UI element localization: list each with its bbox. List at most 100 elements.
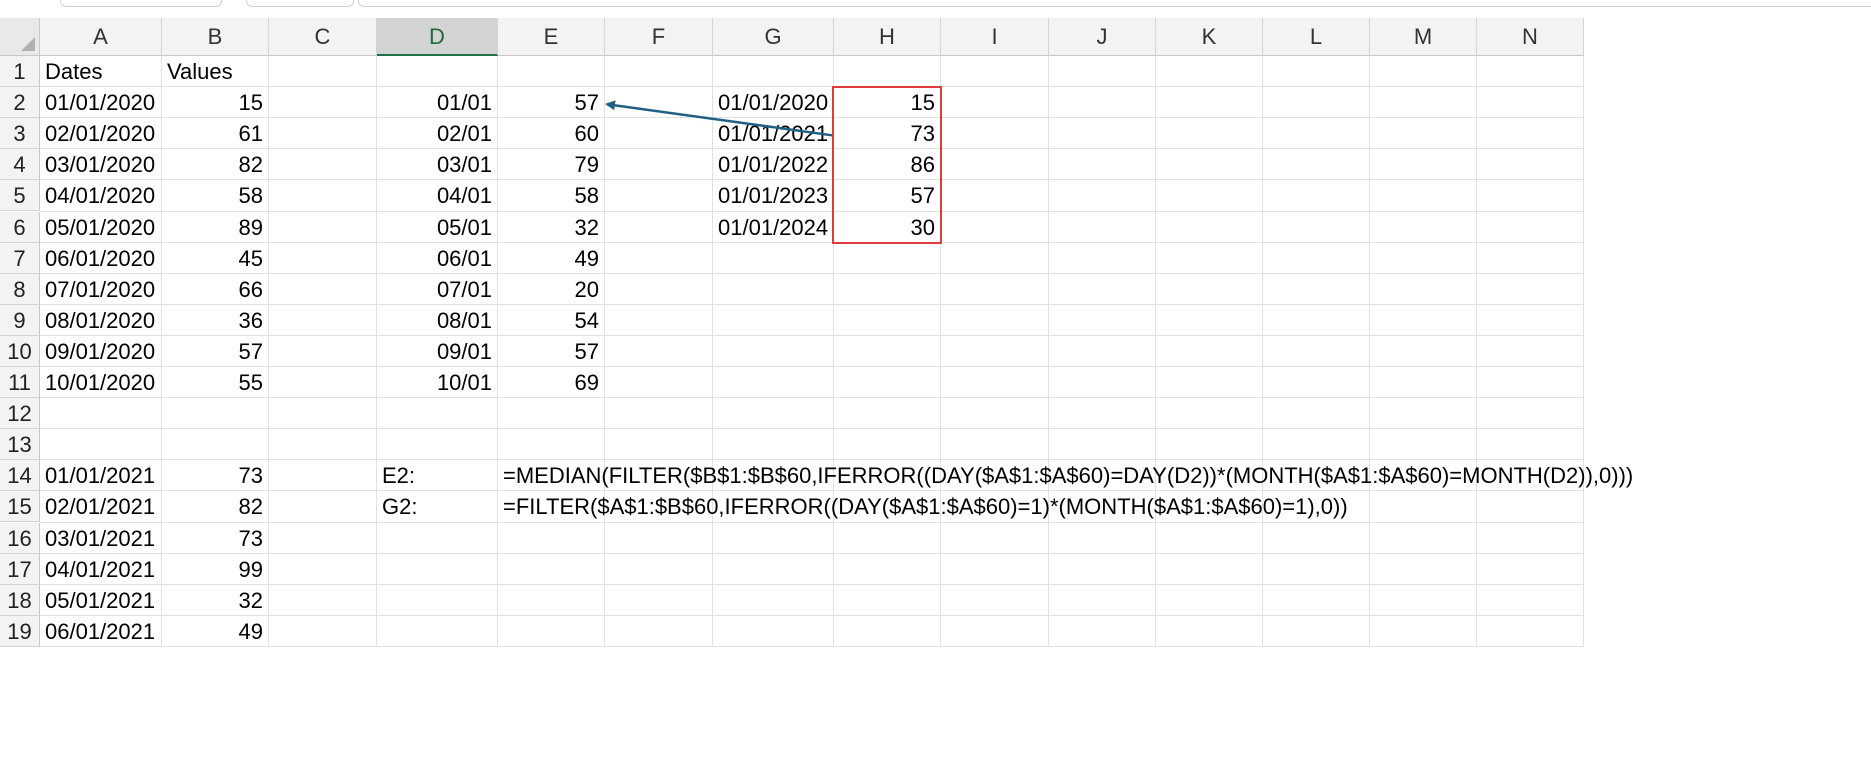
cell-b15[interactable]: 82 (162, 491, 269, 522)
column-header-c[interactable]: C (269, 18, 377, 56)
cell-e4[interactable]: 79 (498, 149, 605, 180)
column-header-h[interactable]: H (834, 18, 941, 56)
cell-a10[interactable]: 09/01/2020 (40, 336, 162, 367)
cell-h6[interactable]: 30 (834, 212, 941, 243)
cell-a4[interactable]: 03/01/2020 (40, 149, 162, 180)
cell-b16[interactable]: 73 (162, 523, 269, 554)
window-tab[interactable] (60, 0, 222, 7)
cell-d2[interactable]: 01/01 (377, 87, 498, 118)
row-header-5[interactable]: 5 (0, 180, 40, 212)
cell-b6[interactable]: 89 (162, 212, 269, 243)
row-header-13[interactable]: 13 (0, 429, 40, 461)
cell-d8[interactable]: 07/01 (377, 274, 498, 305)
column-header-k[interactable]: K (1156, 18, 1263, 56)
column-header-g[interactable]: G (713, 18, 834, 56)
cell-a5[interactable]: 04/01/2020 (40, 180, 162, 211)
column-header-e[interactable]: E (498, 18, 605, 56)
cell-d11[interactable]: 10/01 (377, 367, 498, 398)
cell-a15[interactable]: 02/01/2021 (40, 491, 162, 522)
row-header-4[interactable]: 4 (0, 149, 40, 181)
row-header-15[interactable]: 15 (0, 491, 40, 523)
cell-h2[interactable]: 15 (834, 87, 941, 118)
row-header-8[interactable]: 8 (0, 273, 40, 305)
column-header-l[interactable]: L (1263, 18, 1370, 56)
cell-h3[interactable]: 73 (834, 118, 941, 149)
cell-g3[interactable]: 01/01/2021 (713, 118, 834, 149)
cell-a8[interactable]: 07/01/2020 (40, 274, 162, 305)
cell-b19[interactable]: 49 (162, 616, 269, 647)
cell-a16[interactable]: 03/01/2021 (40, 523, 162, 554)
cell-e6[interactable]: 32 (498, 212, 605, 243)
window-tab[interactable] (246, 0, 354, 7)
row-header-1[interactable]: 1 (0, 56, 40, 88)
row-header-3[interactable]: 3 (0, 118, 40, 150)
cell-e8[interactable]: 20 (498, 274, 605, 305)
column-header-m[interactable]: M (1370, 18, 1477, 56)
cell-e7[interactable]: 49 (498, 243, 605, 274)
cell-e3[interactable]: 60 (498, 118, 605, 149)
cell-d5[interactable]: 04/01 (377, 180, 498, 211)
cell-a7[interactable]: 06/01/2020 (40, 243, 162, 274)
cell-a18[interactable]: 05/01/2021 (40, 585, 162, 616)
row-header-19[interactable]: 19 (0, 615, 40, 647)
column-header-d[interactable]: D (377, 18, 498, 56)
cell-g6[interactable]: 01/01/2024 (713, 212, 834, 243)
cell-e11[interactable]: 69 (498, 367, 605, 398)
cell-b9[interactable]: 36 (162, 305, 269, 336)
row-header-10[interactable]: 10 (0, 335, 40, 367)
cell-a2[interactable]: 01/01/2020 (40, 87, 162, 118)
cell-b5[interactable]: 58 (162, 180, 269, 211)
cell-e14[interactable]: =MEDIAN(FILTER($B$1:$B$60,IFERROR((DAY($… (498, 460, 1633, 491)
column-header-f[interactable]: F (605, 18, 713, 56)
row-header-6[interactable]: 6 (0, 211, 40, 243)
cell-e2[interactable]: 57 (498, 87, 605, 118)
cell-b4[interactable]: 82 (162, 149, 269, 180)
select-all-corner[interactable] (0, 18, 40, 56)
cell-h5[interactable]: 57 (834, 180, 941, 211)
cell-b3[interactable]: 61 (162, 118, 269, 149)
row-header-11[interactable]: 11 (0, 367, 40, 399)
row-header-17[interactable]: 17 (0, 553, 40, 585)
cell-b1[interactable]: Values (162, 56, 269, 87)
cell-a3[interactable]: 02/01/2020 (40, 118, 162, 149)
cell-a1[interactable]: Dates (40, 56, 162, 87)
cell-a17[interactable]: 04/01/2021 (40, 554, 162, 585)
cell-h4[interactable]: 86 (834, 149, 941, 180)
column-header-n[interactable]: N (1477, 18, 1584, 56)
cell-b10[interactable]: 57 (162, 336, 269, 367)
cell-e5[interactable]: 58 (498, 180, 605, 211)
cell-b11[interactable]: 55 (162, 367, 269, 398)
row-header-9[interactable]: 9 (0, 304, 40, 336)
cell-d3[interactable]: 02/01 (377, 118, 498, 149)
row-header-7[interactable]: 7 (0, 242, 40, 274)
cell-a9[interactable]: 08/01/2020 (40, 305, 162, 336)
cell-d14[interactable]: E2: (377, 460, 498, 491)
window-tab[interactable] (358, 0, 1871, 7)
row-header-12[interactable]: 12 (0, 398, 40, 430)
cell-d7[interactable]: 06/01 (377, 243, 498, 274)
row-header-18[interactable]: 18 (0, 584, 40, 616)
cell-e15[interactable]: =FILTER($A$1:$B$60,IFERROR((DAY($A$1:$A$… (498, 491, 1348, 522)
column-header-a[interactable]: A (40, 18, 162, 56)
column-header-j[interactable]: J (1049, 18, 1156, 56)
row-header-14[interactable]: 14 (0, 460, 40, 492)
cell-a11[interactable]: 10/01/2020 (40, 367, 162, 398)
column-header-b[interactable]: B (162, 18, 269, 56)
cell-d6[interactable]: 05/01 (377, 212, 498, 243)
cell-g4[interactable]: 01/01/2022 (713, 149, 834, 180)
cell-a6[interactable]: 05/01/2020 (40, 212, 162, 243)
cell-b8[interactable]: 66 (162, 274, 269, 305)
row-header-2[interactable]: 2 (0, 87, 40, 119)
cell-d15[interactable]: G2: (377, 491, 498, 522)
cell-e9[interactable]: 54 (498, 305, 605, 336)
cell-d4[interactable]: 03/01 (377, 149, 498, 180)
cell-d10[interactable]: 09/01 (377, 336, 498, 367)
cell-b14[interactable]: 73 (162, 460, 269, 491)
column-header-i[interactable]: I (941, 18, 1049, 56)
cell-e10[interactable]: 57 (498, 336, 605, 367)
cell-b2[interactable]: 15 (162, 87, 269, 118)
cell-d9[interactable]: 08/01 (377, 305, 498, 336)
row-header-16[interactable]: 16 (0, 522, 40, 554)
cell-a19[interactable]: 06/01/2021 (40, 616, 162, 647)
cell-b18[interactable]: 32 (162, 585, 269, 616)
